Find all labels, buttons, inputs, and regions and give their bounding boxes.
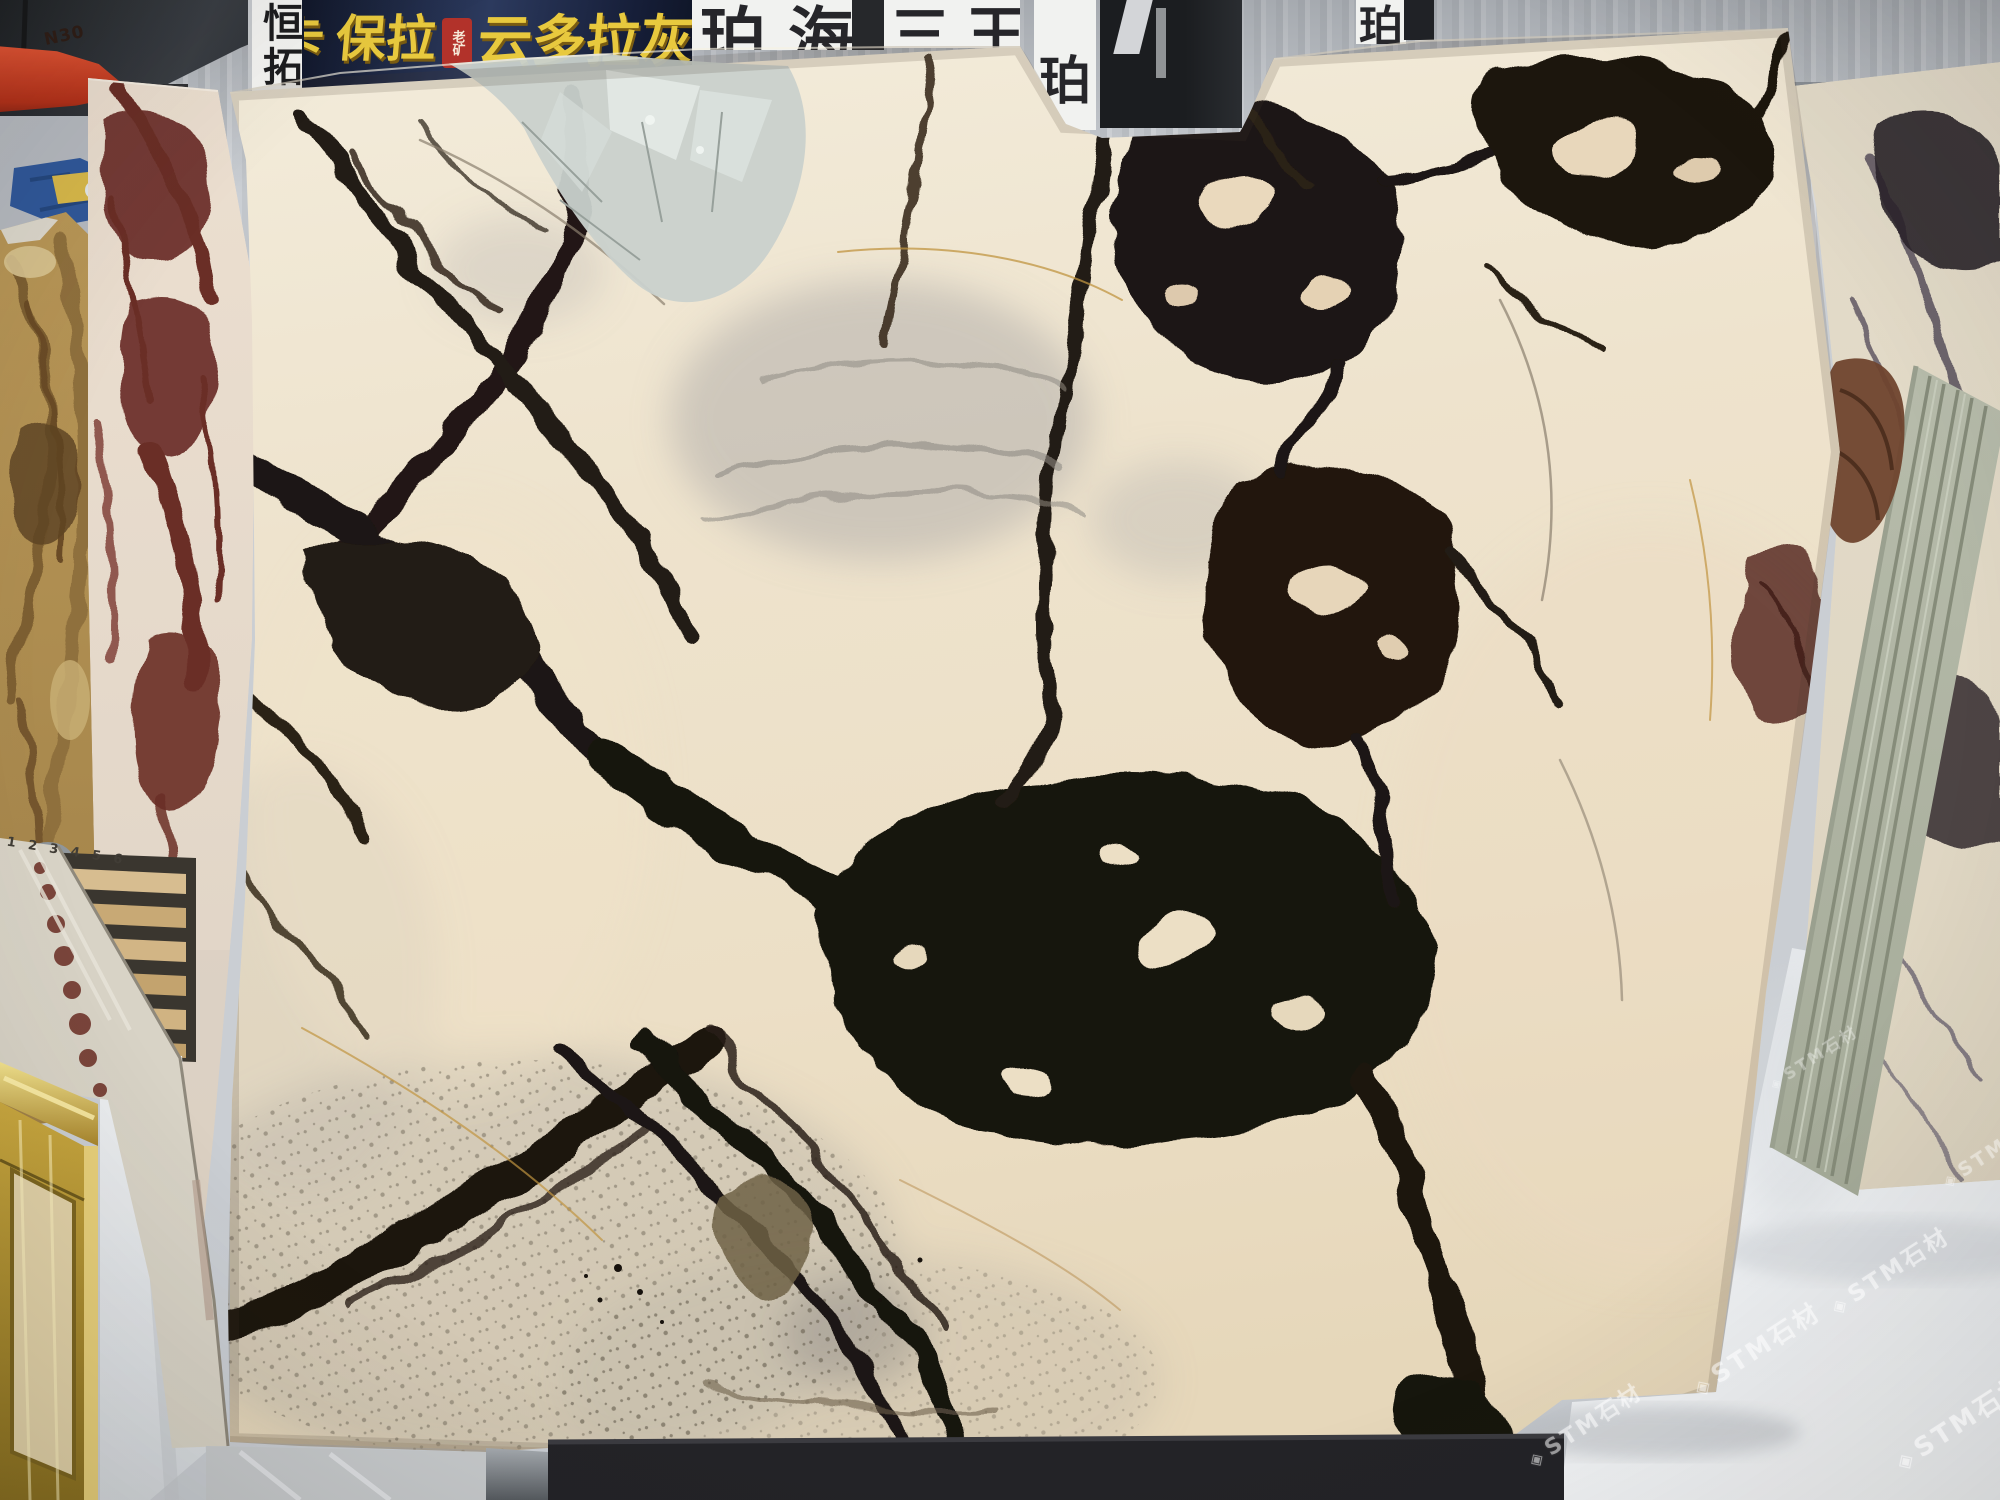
marble-slabs-illustration (0, 0, 2000, 1500)
warehouse-photo: N30 恒拓 卡 保拉 老矿 云多拉灰 珀海 三王 珀 珀 (0, 0, 2000, 1500)
main-marble-slab (140, 0, 1910, 1500)
brass-display-stand (0, 1062, 98, 1500)
